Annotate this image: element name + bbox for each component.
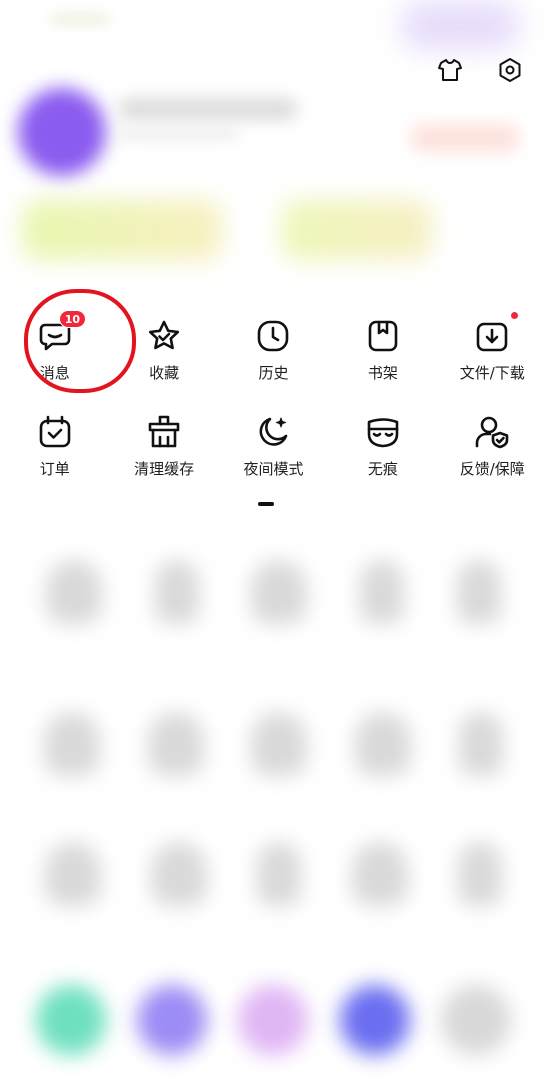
order-icon xyxy=(35,412,75,452)
blurred-item[interactable] xyxy=(351,842,408,906)
menu-item-incognito[interactable]: 无痕 xyxy=(328,412,437,479)
shirt-icon[interactable] xyxy=(435,55,465,85)
blurred-item[interactable] xyxy=(137,985,208,1055)
night-mode-icon xyxy=(253,412,293,452)
vip-card-left[interactable] xyxy=(22,200,222,260)
blurred-item[interactable] xyxy=(360,560,405,624)
menu-item-label: 订单 xyxy=(39,460,70,478)
username-blur xyxy=(118,98,298,120)
bookshelf-icon xyxy=(363,316,403,356)
clear-cache-icon xyxy=(144,412,184,452)
blurred-item[interactable] xyxy=(46,560,103,624)
profile-pill-blur[interactable] xyxy=(410,124,520,152)
blurred-content-row-4 xyxy=(0,985,547,1055)
status-bar-blur xyxy=(50,12,110,26)
blurred-item[interactable] xyxy=(257,842,302,906)
clock-icon xyxy=(253,316,293,356)
menu-item-orders[interactable]: 订单 xyxy=(0,412,109,479)
blurred-content-row-1 xyxy=(0,560,547,624)
menu-item-label: 消息 xyxy=(39,364,70,382)
menu-item-label: 收藏 xyxy=(149,364,180,382)
notification-dot xyxy=(511,312,519,319)
menu-item-label: 文件/下载 xyxy=(459,364,525,382)
unread-badge: 10 xyxy=(58,310,86,328)
menu-item-label: 书架 xyxy=(367,364,398,382)
user-subtitle-blur xyxy=(118,128,238,140)
blurred-item[interactable] xyxy=(43,712,100,776)
blurred-item[interactable] xyxy=(238,985,309,1055)
blurred-content-row-3 xyxy=(0,842,547,906)
menu-item-messages[interactable]: 10 消息 xyxy=(0,310,109,383)
star-icon xyxy=(144,316,184,356)
service-grid-row-2: 订单 清理缓存 夜间模式 无痕 反馈/保障 xyxy=(0,412,547,479)
menu-item-label: 夜间模式 xyxy=(243,460,304,478)
blurred-item[interactable] xyxy=(45,842,102,906)
download-icon xyxy=(472,312,519,356)
blurred-item[interactable] xyxy=(251,560,308,624)
message-icon: 10 xyxy=(35,310,86,356)
blurred-item[interactable] xyxy=(457,842,502,906)
menu-item-feedback[interactable]: 反馈/保障 xyxy=(438,412,547,479)
blurred-item[interactable] xyxy=(459,712,504,776)
menu-item-bookshelf[interactable]: 书架 xyxy=(328,316,437,383)
blurred-content-row-2 xyxy=(0,712,547,776)
blurred-item[interactable] xyxy=(147,712,204,776)
avatar[interactable] xyxy=(18,88,106,176)
page-indicator xyxy=(258,502,274,506)
blurred-item[interactable] xyxy=(151,842,208,906)
header-decoration xyxy=(400,0,520,50)
menu-item-clear-cache[interactable]: 清理缓存 xyxy=(109,412,218,479)
blurred-item[interactable] xyxy=(355,712,412,776)
menu-item-label: 反馈/保障 xyxy=(459,460,525,478)
menu-item-files-downloads[interactable]: 文件/下载 xyxy=(438,312,547,383)
settings-icon[interactable] xyxy=(495,55,525,85)
blurred-item[interactable] xyxy=(251,712,308,776)
blurred-item[interactable] xyxy=(456,560,501,624)
blurred-item[interactable] xyxy=(441,985,512,1055)
feedback-icon xyxy=(472,412,512,452)
menu-item-label: 清理缓存 xyxy=(134,460,195,478)
incognito-icon xyxy=(363,412,403,452)
menu-item-night-mode[interactable]: 夜间模式 xyxy=(219,412,328,479)
vip-card-right[interactable] xyxy=(282,200,432,260)
menu-item-history[interactable]: 历史 xyxy=(219,316,328,383)
blurred-item[interactable] xyxy=(339,985,410,1055)
menu-item-label: 历史 xyxy=(258,364,289,382)
blurred-item[interactable] xyxy=(154,560,199,624)
service-grid-row-1: 10 消息 收藏 历史 书架 文件/下载 xyxy=(0,310,547,383)
top-toolbar xyxy=(435,55,525,85)
blurred-item[interactable] xyxy=(35,985,106,1055)
menu-item-label: 无痕 xyxy=(367,460,398,478)
menu-item-favorites[interactable]: 收藏 xyxy=(109,316,218,383)
